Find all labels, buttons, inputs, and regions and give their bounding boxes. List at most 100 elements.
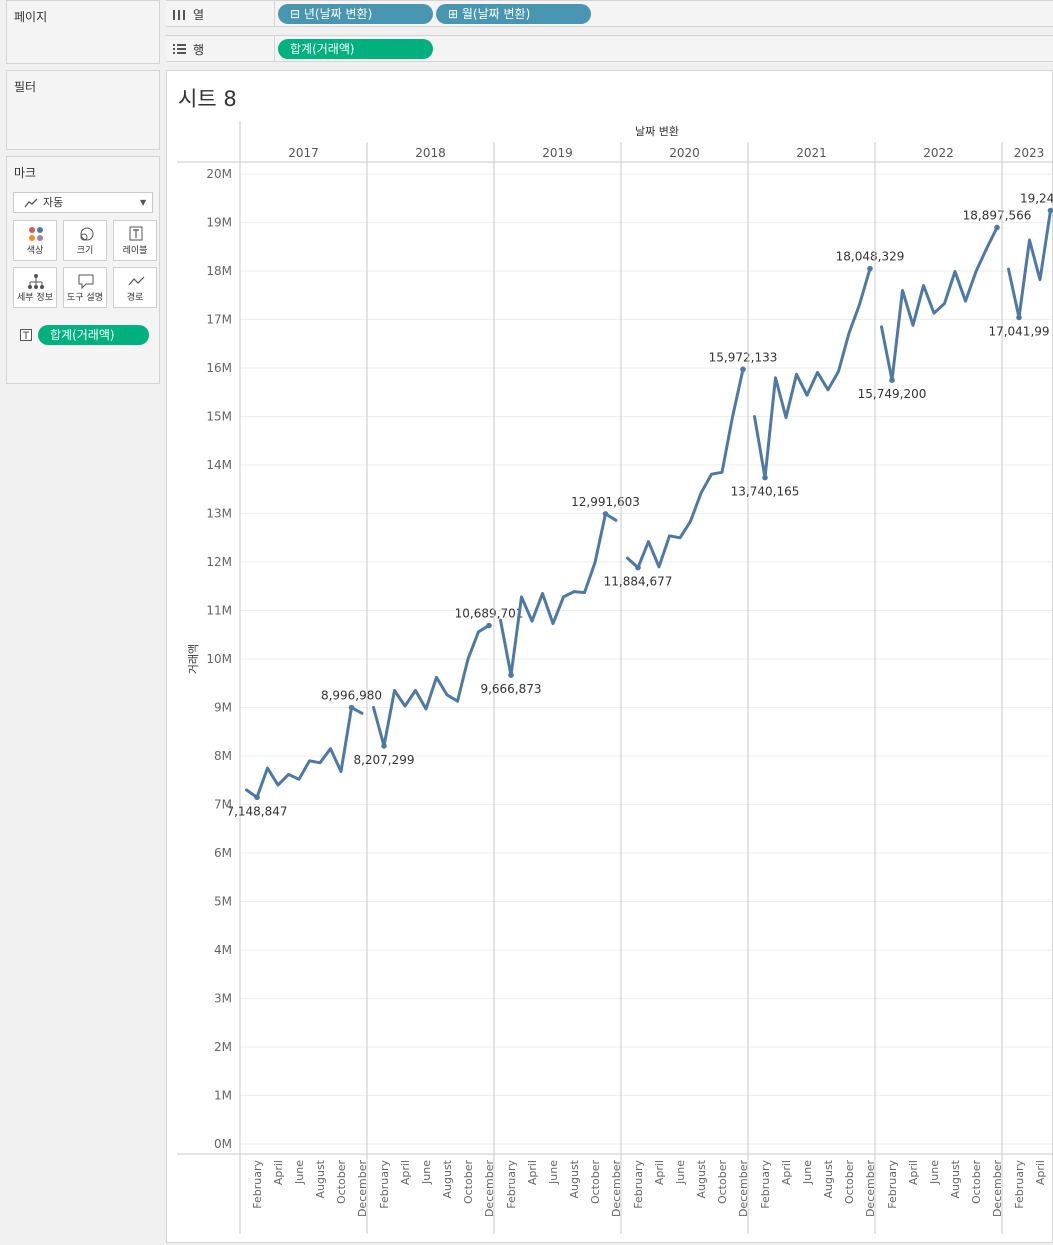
month-pill-label: 월(날짜 변환) [461,7,531,21]
rows-shelf[interactable]: 행 합계(거래액) [166,35,1053,62]
x-tick-label: August [314,1159,327,1198]
y-tick-label: 17M [206,313,232,327]
size-button[interactable]: 크기 [63,220,107,261]
line-chart: 0M1M2M3M4M5M6M7M8M9M10M11M12M13M14M15M16… [177,121,1053,1234]
month-pill[interactable]: ⊞ 월(날짜 변환) [436,4,591,24]
y-tick-label: 13M [206,507,232,521]
detail-tree-icon [28,274,44,289]
mark-measure-pill[interactable]: 합계(거래액) [38,325,149,345]
y-tick-label: 16M [206,361,232,375]
x-tick-label: October [716,1160,729,1204]
label-button-label: 레이블 [122,246,148,256]
x-tick-label: February [632,1160,645,1209]
label-button[interactable]: 레이블 [113,220,157,261]
x-tick-label: June [801,1160,814,1185]
expand-icon: ⊞ [448,7,459,21]
y-tick-label: 15M [206,410,232,424]
x-tick-label: June [928,1160,941,1185]
column-header-title: 날짜 변환 [635,125,679,138]
x-tick-label: October [589,1160,602,1204]
data-label: 18,048,329 [836,250,905,264]
year-header: 2022 [923,146,954,160]
data-point [486,622,492,629]
data-point [762,474,768,481]
data-point [1047,207,1053,214]
size-button-label: 크기 [76,246,94,256]
pages-label: 페이지 [14,10,48,24]
x-tick-label: April [399,1160,412,1185]
data-label: 8,207,299 [353,753,414,767]
series-line-2021 [753,267,872,480]
data-label: 18,897,566 [963,208,1032,222]
detail-button-label: 세부 정보 [17,293,53,303]
data-label: 7,148,847 [226,804,287,818]
data-label: 19,246,33 [1020,192,1053,206]
columns-icon [173,10,185,20]
year-header: 2020 [669,146,700,160]
path-button-label: 경로 [126,293,144,303]
series-line-2018 [372,624,491,748]
x-tick-label: August [568,1159,581,1198]
marks-label: 마크 [14,166,37,180]
data-point [1016,314,1022,321]
y-tick-label: 2M [214,1040,232,1054]
year-pill[interactable]: ⊟ 년(날짜 변환) [278,4,433,24]
series-line-2019 [499,512,618,677]
collapse-icon: ⊟ [290,7,301,21]
detail-button[interactable]: 세부 정보 [13,267,57,308]
x-tick-label: August [822,1159,835,1198]
x-tick-label: February [251,1160,264,1209]
line-mark-icon [24,198,38,208]
data-label: 10,689,701 [455,607,524,621]
shelf-divider [274,36,275,61]
mark-type-dropdown[interactable]: 자동 ▼ [13,192,153,213]
pages-card[interactable]: 페이지 [6,0,160,64]
data-label: 11,884,677 [604,575,673,589]
data-label: 8,996,980 [321,689,382,703]
data-point [867,265,873,272]
filters-card[interactable]: 필터 [6,70,160,150]
x-tick-label: April [1034,1160,1047,1185]
x-tick-label: October [843,1160,856,1204]
data-point [994,224,1000,231]
data-point [889,377,895,383]
year-header: 2019 [542,146,573,160]
path-line-icon [128,276,145,286]
y-tick-label: 9M [214,701,232,715]
x-tick-label: February [505,1160,518,1209]
x-tick-label: June [674,1160,687,1185]
y-tick-label: 6M [214,846,232,860]
x-tick-label: October [462,1160,475,1204]
x-tick-label: February [759,1160,772,1209]
y-tick-label: 10M [206,652,232,666]
rows-icon [173,44,186,54]
y-axis-label: 거래액 [187,644,200,674]
tooltip-button[interactable]: 도구 설명 [63,267,107,308]
data-point [635,564,641,571]
text-label-icon [20,329,32,341]
data-label: 15,972,133 [709,350,778,364]
x-tick-label: April [272,1160,285,1185]
y-tick-label: 5M [214,895,232,909]
year-pill-label: 년(날짜 변환) [303,7,373,21]
size-circles-icon [80,227,94,241]
y-tick-label: 20M [206,167,232,181]
series-line-2023 [1007,209,1052,319]
x-tick-label: February [378,1160,391,1209]
series-line-2020 [626,367,745,570]
x-tick-label: June [420,1160,433,1185]
columns-shelf[interactable]: 열 ⊟ 년(날짜 변환) ⊞ 월(날짜 변환) [166,0,1053,27]
data-point [508,672,514,678]
year-header: 2023 [1014,146,1045,160]
x-tick-label: October [335,1160,348,1204]
color-button-label: 색상 [26,246,44,256]
data-label: 13,740,165 [731,485,800,499]
year-header: 2018 [415,146,446,160]
chevron-down-icon: ▼ [140,198,147,207]
color-button[interactable]: 색상 [13,220,57,261]
x-tick-label: October [970,1160,983,1204]
rows-measure-pill[interactable]: 합계(거래액) [278,39,433,59]
path-button[interactable]: 경로 [113,267,157,308]
tooltip-button-label: 도구 설명 [67,293,103,303]
x-tick-label: August [949,1159,962,1198]
